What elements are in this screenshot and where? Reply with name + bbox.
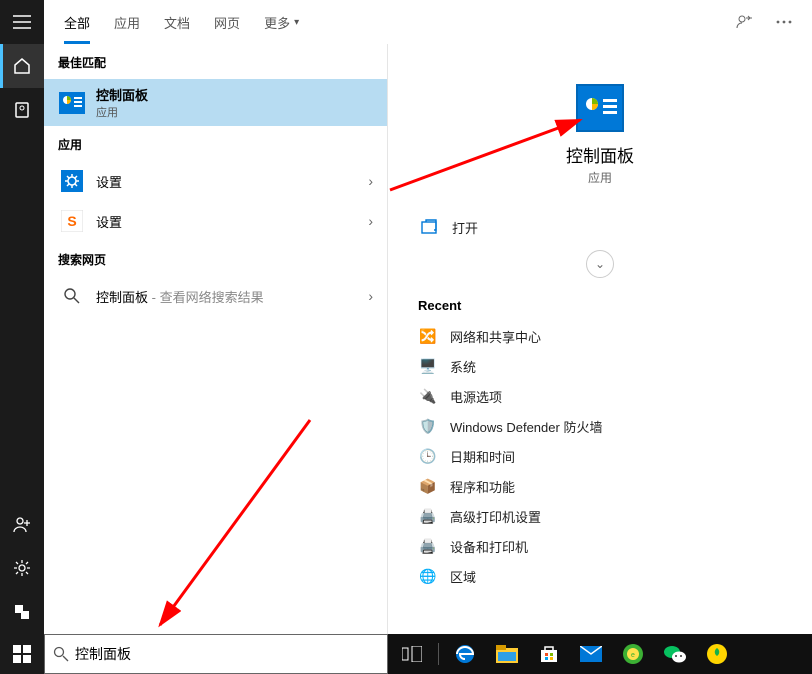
preview-subtitle: 应用 — [418, 169, 782, 186]
store-icon[interactable] — [529, 634, 569, 674]
recent-item[interactable]: 📦程序和功能 — [418, 471, 782, 501]
user-add-icon[interactable] — [0, 502, 44, 546]
svg-text:S: S — [67, 213, 76, 229]
qqmusic-icon[interactable] — [697, 634, 737, 674]
recent-item[interactable]: 🔌电源选项 — [418, 381, 782, 411]
recent-item[interactable]: 🕒日期和时间 — [418, 441, 782, 471]
power-icon: 🔌 — [418, 386, 438, 406]
result-label: 控制面板 - 查看网络搜索结果 — [96, 287, 368, 306]
gear-icon[interactable] — [0, 546, 44, 590]
chevron-right-icon: › — [368, 173, 373, 189]
recent-item[interactable]: 🔀网络和共享中心 — [418, 321, 782, 351]
task-view-icon[interactable] — [392, 634, 432, 674]
search-window: 全部 应用 文档 网页 更多▾ 最佳匹配 控制面板 应用 应用 — [44, 0, 812, 634]
result-control-panel[interactable]: 控制面板 应用 — [44, 79, 387, 126]
chevron-right-icon: › — [368, 213, 373, 229]
start-button[interactable] — [0, 634, 44, 674]
feedback-icon[interactable] — [724, 0, 764, 44]
tab-documents[interactable]: 文档 — [152, 0, 202, 44]
search-input[interactable] — [75, 646, 379, 662]
hamburger-icon[interactable] — [0, 0, 44, 44]
home-icon[interactable] — [0, 44, 44, 88]
results-list: 最佳匹配 控制面板 应用 应用 设置 › S — [44, 44, 388, 634]
result-settings-1[interactable]: 设置 › — [44, 161, 387, 201]
region-icon: 🌐 — [418, 566, 438, 586]
open-label: 打开 — [452, 218, 478, 237]
taskbar-separator — [438, 643, 439, 665]
recent-item[interactable]: 🖥️系统 — [418, 351, 782, 381]
mail-icon[interactable] — [571, 634, 611, 674]
recent-item[interactable]: 🌐区域 — [418, 561, 782, 591]
result-title: 控制面板 — [96, 85, 373, 104]
control-panel-icon — [58, 89, 86, 117]
open-icon — [418, 216, 440, 238]
preview-control-panel-icon — [576, 84, 624, 132]
wechat-icon[interactable] — [655, 634, 695, 674]
firewall-icon: 🛡️ — [418, 416, 438, 436]
search-icon — [58, 282, 86, 310]
result-web-search[interactable]: 控制面板 - 查看网络搜索结果 › — [44, 276, 387, 316]
bottom-bar: e — [0, 634, 812, 674]
recent-item[interactable]: 🛡️Windows Defender 防火墙 — [418, 411, 782, 441]
result-label: 设置 — [96, 212, 368, 231]
explorer-icon[interactable] — [487, 634, 527, 674]
tab-all[interactable]: 全部 — [52, 0, 102, 44]
more-options-icon[interactable] — [764, 0, 804, 44]
settings-gear-icon — [58, 167, 86, 195]
chevron-down-icon: ▾ — [294, 17, 299, 28]
section-best-match: 最佳匹配 — [44, 44, 387, 79]
chevron-right-icon: › — [368, 288, 373, 304]
expand-chevron-icon[interactable]: ⌄ — [586, 250, 614, 278]
edge-icon[interactable] — [445, 634, 485, 674]
recent-item[interactable]: 🖨️设备和打印机 — [418, 531, 782, 561]
search-box[interactable] — [44, 634, 388, 674]
programs-icon: 📦 — [418, 476, 438, 496]
svg-text:e: e — [631, 652, 635, 659]
tab-more[interactable]: 更多▾ — [252, 0, 311, 44]
lock-icon[interactable] — [0, 590, 44, 634]
result-label: 设置 — [96, 172, 368, 191]
taskbar: e — [388, 634, 812, 674]
datetime-icon: 🕒 — [418, 446, 438, 466]
360-icon[interactable]: e — [613, 634, 653, 674]
tab-web[interactable]: 网页 — [202, 0, 252, 44]
section-web: 搜索网页 — [44, 241, 387, 276]
search-icon — [53, 646, 69, 662]
section-apps: 应用 — [44, 126, 387, 161]
preview-title: 控制面板 — [418, 142, 782, 167]
filter-tabs: 全部 应用 文档 网页 更多▾ — [44, 0, 812, 44]
system-icon: 🖥️ — [418, 356, 438, 376]
result-settings-2[interactable]: S 设置 › — [44, 201, 387, 241]
recent-header: Recent — [418, 298, 782, 313]
left-icon-bar — [0, 0, 44, 634]
network-icon: 🔀 — [418, 326, 438, 346]
recent-item[interactable]: 🖨️高级打印机设置 — [418, 501, 782, 531]
book-icon[interactable] — [0, 88, 44, 132]
open-action[interactable]: 打开 — [418, 216, 782, 238]
preview-pane: 控制面板 应用 打开 ⌄ Recent 🔀网络和共享中心 🖥️系统 🔌电源选项 … — [388, 44, 812, 634]
devices-icon: 🖨️ — [418, 536, 438, 556]
tab-apps[interactable]: 应用 — [102, 0, 152, 44]
sogou-settings-icon: S — [58, 207, 86, 235]
result-subtitle: 应用 — [96, 104, 373, 120]
results-content: 最佳匹配 控制面板 应用 应用 设置 › S — [44, 44, 812, 634]
printer-adv-icon: 🖨️ — [418, 506, 438, 526]
